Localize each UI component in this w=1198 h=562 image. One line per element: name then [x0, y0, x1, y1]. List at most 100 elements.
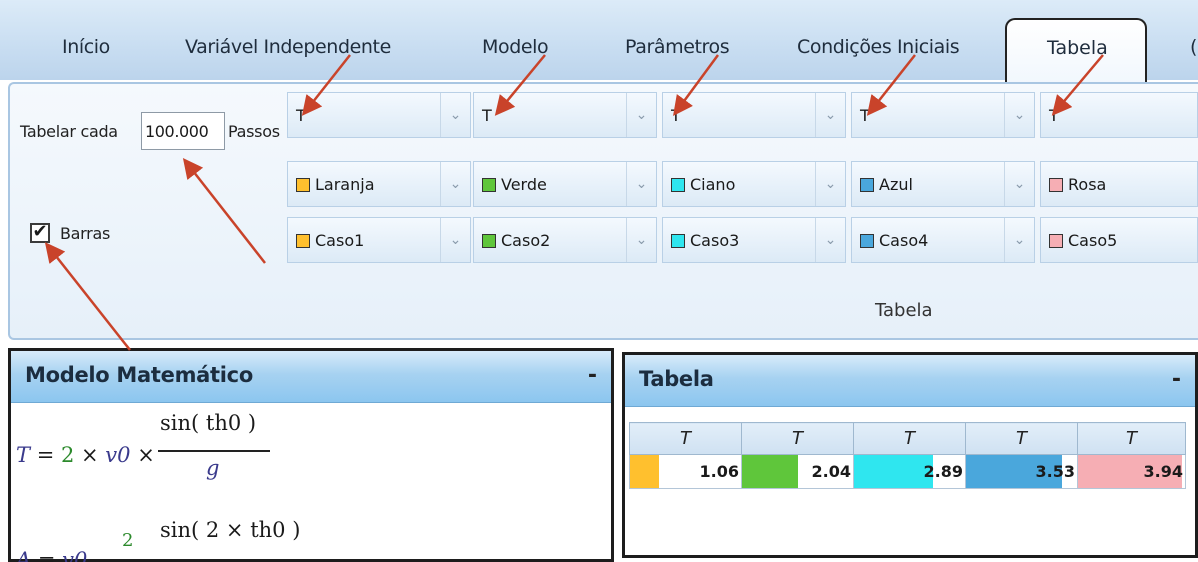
tabulate-prefix-label: Tabelar cada	[20, 122, 118, 141]
color-select-4[interactable]: Azul ⌄	[851, 161, 1035, 207]
tab-tabela-label: Tabela	[1047, 37, 1108, 59]
color-select-5[interactable]: Rosa	[1040, 161, 1198, 207]
chevron-down-icon[interactable]: ⌄	[1004, 93, 1034, 137]
tab-overflow-cut[interactable]: (	[1190, 36, 1197, 58]
formula-T-times2: ×	[130, 443, 155, 467]
cell-value: 2.89	[923, 462, 963, 481]
cell-value: 3.53	[1035, 462, 1075, 481]
formula-T-lhs: T	[16, 443, 31, 467]
formula-T-v0: v0	[105, 443, 131, 467]
variable-select-2[interactable]: T ⌄	[473, 92, 657, 138]
color-swatch-3	[671, 178, 685, 192]
formula-T-times: ×	[74, 443, 106, 467]
color-swatch-1	[296, 178, 310, 192]
table-cell[interactable]: 2.89	[853, 454, 966, 489]
chevron-down-icon[interactable]: ⌄	[815, 162, 845, 206]
formula-A: A = v0	[16, 548, 87, 562]
color-select-1[interactable]: Laranja ⌄	[287, 161, 471, 207]
case-swatch-2	[482, 234, 496, 248]
table-cell[interactable]: 1.06	[629, 454, 742, 489]
chevron-down-icon[interactable]: ⌄	[626, 218, 656, 262]
formula-T-const: 2	[60, 443, 75, 467]
case-select-2-value: Caso2	[501, 231, 551, 250]
ribbon-tab-bar: Início Variável Independente Modelo Parâ…	[0, 0, 1198, 84]
tab-variavel-independente[interactable]: Variável Independente	[185, 36, 391, 58]
tabulate-steps-input[interactable]: 100.000	[141, 112, 225, 150]
cell-value: 2.04	[811, 462, 851, 481]
case-select-1[interactable]: Caso1 ⌄	[287, 217, 471, 263]
chevron-down-icon[interactable]: ⌄	[1004, 218, 1034, 262]
variable-select-3-value: T	[671, 106, 681, 125]
table-header: T	[629, 422, 742, 455]
color-select-2-value: Verde	[501, 175, 547, 194]
value-bar	[742, 455, 798, 488]
color-select-3[interactable]: Ciano ⌄	[662, 161, 846, 207]
chevron-down-icon[interactable]: ⌄	[440, 162, 470, 206]
formula-T: T = 2 × v0 ×	[16, 443, 155, 467]
chevron-down-icon[interactable]: ⌄	[815, 93, 845, 137]
color-swatch-4	[860, 178, 874, 192]
color-select-2[interactable]: Verde ⌄	[473, 161, 657, 207]
color-swatch-5	[1049, 178, 1063, 192]
case-select-1-value: Caso1	[315, 231, 365, 250]
bars-checkbox[interactable]: ✔	[30, 223, 50, 243]
value-bar	[630, 455, 659, 488]
table-header: T	[1077, 422, 1186, 455]
table-header: T	[965, 422, 1078, 455]
case-select-3[interactable]: Caso3 ⌄	[662, 217, 846, 263]
tab-parametros[interactable]: Parâmetros	[625, 36, 730, 58]
tab-inicio[interactable]: Início	[62, 36, 110, 58]
formula-T-denominator: g	[206, 456, 220, 480]
table-row: 1.06 2.04 2.89 3.53 3.94	[629, 454, 1186, 489]
cell-value: 3.94	[1143, 462, 1183, 481]
formula-A-v0: v0	[62, 548, 88, 562]
formula-A-eq: =	[31, 548, 63, 562]
chevron-down-icon[interactable]: ⌄	[815, 218, 845, 262]
variable-select-5[interactable]: T	[1040, 92, 1198, 138]
variable-select-1[interactable]: T ⌄	[287, 92, 471, 138]
value-bar	[854, 455, 933, 488]
variable-select-1-value: T	[296, 106, 306, 125]
formula-A-numerator: sin( 2 × th0 )	[160, 518, 301, 542]
variable-select-3[interactable]: T ⌄	[662, 92, 846, 138]
chevron-down-icon[interactable]: ⌄	[626, 162, 656, 206]
chevron-down-icon[interactable]: ⌄	[440, 218, 470, 262]
table-cell[interactable]: 2.04	[741, 454, 854, 489]
table-pane-title: Tabela	[639, 367, 714, 391]
bars-checkbox-label: Barras	[60, 224, 110, 243]
case-select-5[interactable]: Caso5	[1040, 217, 1198, 263]
case-select-4[interactable]: Caso4 ⌄	[851, 217, 1035, 263]
case-select-2[interactable]: Caso2 ⌄	[473, 217, 657, 263]
formula-A-exponent: 2	[122, 530, 134, 551]
tab-condicoes-iniciais[interactable]: Condições Iniciais	[797, 36, 960, 58]
case-select-3-value: Caso3	[690, 231, 740, 250]
tab-modelo[interactable]: Modelo	[482, 36, 549, 58]
ribbon-group-label: Tabela	[875, 300, 933, 321]
case-swatch-4	[860, 234, 874, 248]
color-select-1-value: Laranja	[315, 175, 375, 194]
minimize-icon[interactable]: -	[588, 363, 597, 388]
variable-select-4-value: T	[860, 106, 870, 125]
chevron-down-icon[interactable]: ⌄	[626, 93, 656, 137]
table-cell[interactable]: 3.94	[1077, 454, 1186, 489]
minimize-icon[interactable]: -	[1172, 367, 1181, 392]
variable-select-4[interactable]: T ⌄	[851, 92, 1035, 138]
variable-select-2-value: T	[482, 106, 492, 125]
fraction-bar	[158, 450, 270, 452]
results-table: T T T T T 1.06 2.04 2.89 3.53 3.94	[629, 422, 1186, 489]
case-swatch-1	[296, 234, 310, 248]
color-swatch-2	[482, 178, 496, 192]
color-select-5-value: Rosa	[1068, 175, 1107, 194]
chevron-down-icon[interactable]: ⌄	[440, 93, 470, 137]
case-swatch-3	[671, 234, 685, 248]
chevron-down-icon[interactable]: ⌄	[1004, 162, 1034, 206]
table-header: T	[741, 422, 854, 455]
table-header: T	[853, 422, 966, 455]
tabulate-suffix-label: Passos	[228, 122, 280, 141]
color-select-4-value: Azul	[879, 175, 913, 194]
table-pane-header: Tabela -	[625, 355, 1195, 407]
table-cell[interactable]: 3.53	[965, 454, 1078, 489]
tab-tabela[interactable]: Tabela	[1005, 18, 1147, 84]
case-swatch-5	[1049, 234, 1063, 248]
color-select-3-value: Ciano	[690, 175, 736, 194]
